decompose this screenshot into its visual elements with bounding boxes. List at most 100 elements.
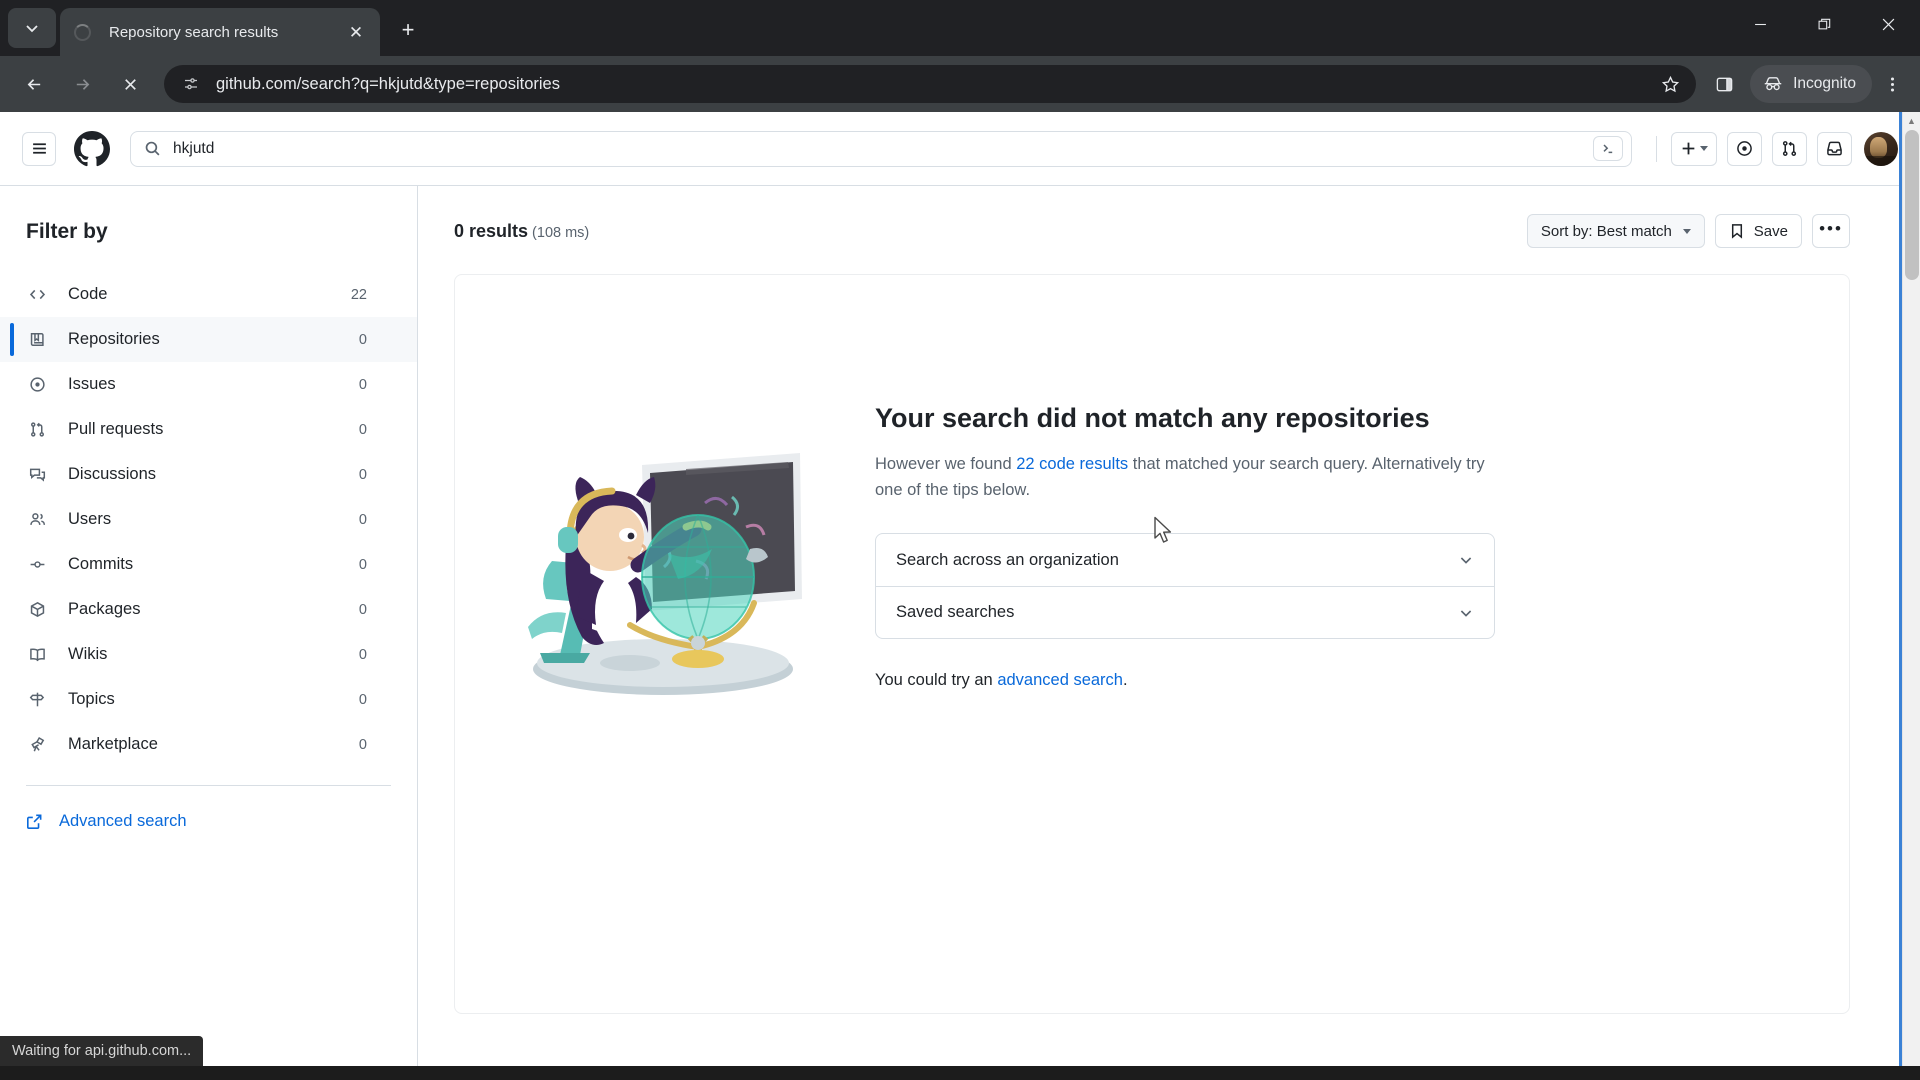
search-input[interactable]: hkjutd [130, 130, 1632, 167]
sidebar-item-users[interactable]: Users 0 [0, 497, 417, 542]
link-external-icon [27, 814, 42, 829]
window-bottom-strip [0, 1066, 1920, 1080]
bookmark-page-button[interactable] [1652, 66, 1688, 102]
page-viewport: hkjutd Filter by Code 22 Repositories 0 … [0, 112, 1920, 1080]
search-results-main: 0 results (108 ms) Sort by: Best match Sa… [418, 186, 1920, 1080]
tip-search-organization[interactable]: Search across an organization [876, 534, 1494, 586]
issue-opened-icon [1737, 141, 1752, 156]
sidebar-item-count: 0 [358, 331, 367, 348]
global-navigation-button[interactable] [22, 131, 56, 166]
sort-dropdown-label: Sort by: Best match [1540, 222, 1672, 240]
sidebar-item-count: 22 [350, 286, 367, 303]
inbox-button[interactable] [1817, 131, 1852, 166]
telescope-icon [26, 736, 48, 753]
page-scrollbar[interactable]: ▲ [1902, 112, 1920, 1080]
maximize-button[interactable] [1792, 0, 1856, 48]
address-bar[interactable]: github.com/search?q=hkjutd&type=reposito… [164, 65, 1697, 103]
sidebar-advanced-search-link[interactable]: Advanced search [0, 786, 417, 831]
code-results-link[interactable]: 22 code results [1016, 455, 1128, 473]
results-more-button[interactable]: ••• [1812, 214, 1850, 248]
avatar[interactable] [1864, 131, 1898, 166]
chrome-menu-button[interactable] [1874, 66, 1910, 102]
chevron-down-icon [1458, 605, 1474, 621]
window-controls [1728, 0, 1920, 48]
results-time: (108 ms) [532, 224, 590, 241]
tip-label: Search across an organization [896, 550, 1119, 569]
back-button[interactable] [14, 64, 54, 104]
plus-icon [1682, 142, 1695, 155]
git-pull-request-icon [1782, 141, 1797, 156]
save-search-label: Save [1753, 222, 1788, 240]
create-new-button[interactable] [1671, 131, 1717, 166]
url-text: github.com/search?q=hkjutd&type=reposito… [216, 74, 560, 93]
github-mark-icon [74, 130, 110, 166]
new-tab-button[interactable]: + [390, 12, 426, 48]
blankslate-artwork [528, 453, 802, 695]
tune-icon [185, 78, 197, 90]
chevron-down-icon [26, 25, 38, 33]
minimize-icon [1754, 23, 1766, 25]
side-panel-button[interactable] [1706, 66, 1742, 102]
tip-saved-searches[interactable]: Saved searches [876, 586, 1494, 638]
arrow-left-icon [27, 78, 40, 90]
sidebar-item-label: Pull requests [68, 420, 164, 438]
blankslate-card: Your search did not match any repositori… [454, 274, 1850, 1014]
git-pull-request-icon [26, 421, 48, 438]
filter-sidebar: Filter by Code 22 Repositories 0 Issues … [0, 186, 418, 1080]
sidebar-title: Filter by [26, 220, 108, 243]
results-count-value: 0 results [454, 220, 529, 241]
chevron-down-icon [1458, 552, 1474, 568]
sidebar-advanced-search-label: Advanced search [59, 812, 187, 830]
github-header: hkjutd [0, 112, 1920, 186]
scrollbar-up-arrow[interactable]: ▲ [1903, 112, 1920, 130]
sidebar-item-code[interactable]: Code 22 [0, 272, 417, 317]
sidebar-item-label: Topics [68, 690, 115, 708]
browser-tab[interactable]: Repository search results ✕ [60, 8, 380, 56]
incognito-icon [1764, 77, 1782, 91]
sidebar-item-marketplace[interactable]: Marketplace 0 [0, 722, 417, 767]
people-icon [26, 511, 48, 528]
sidebar-item-pull-requests[interactable]: Pull requests 0 [0, 407, 417, 452]
sidebar-item-issues[interactable]: Issues 0 [0, 362, 417, 407]
results-header: 0 results (108 ms) Sort by: Best match Sa… [454, 214, 1880, 248]
issues-button[interactable] [1727, 131, 1762, 166]
bookmark-icon [1731, 224, 1742, 239]
sidebar-item-commits[interactable]: Commits 0 [0, 542, 417, 587]
results-count: 0 results (108 ms) [454, 221, 589, 242]
tab-strip: Repository search results ✕ + [0, 0, 1920, 56]
sidebar-item-label: Discussions [68, 465, 157, 483]
sidebar-item-packages[interactable]: Packages 0 [0, 587, 417, 632]
star-icon [1661, 75, 1679, 92]
command-palette-button[interactable] [1593, 136, 1623, 161]
repo-icon [26, 331, 48, 348]
stop-loading-button[interactable] [110, 64, 150, 104]
github-logo[interactable] [74, 130, 110, 167]
results-actions: Sort by: Best match Save ••• [1526, 214, 1850, 248]
forward-button[interactable] [62, 64, 102, 104]
sidebar-item-count: 0 [358, 646, 367, 663]
tab-search-button[interactable] [8, 8, 56, 48]
arrow-right-icon [76, 78, 89, 90]
sidebar-item-label: Wikis [68, 645, 108, 663]
restore-icon [1818, 18, 1830, 29]
save-search-button[interactable]: Save [1714, 214, 1802, 248]
sidebar-item-topics[interactable]: Topics 0 [0, 677, 417, 722]
sidebar-item-discussions[interactable]: Discussions 0 [0, 452, 417, 497]
chevron-down-icon [1700, 146, 1708, 151]
close-window-button[interactable] [1856, 0, 1920, 48]
chevron-down-icon [1682, 228, 1691, 234]
scrollbar-thumb[interactable] [1905, 130, 1919, 280]
stop-loading-icon [124, 78, 136, 90]
try-text-before: You could try an [875, 671, 998, 690]
sidebar-item-wikis[interactable]: Wikis 0 [0, 632, 417, 677]
advanced-search-link[interactable]: advanced search [997, 671, 1123, 689]
site-settings-button[interactable] [178, 71, 204, 97]
pull-requests-button[interactable] [1772, 131, 1807, 166]
incognito-indicator[interactable]: Incognito [1750, 65, 1872, 103]
sort-dropdown[interactable]: Sort by: Best match [1526, 214, 1705, 248]
sidebar-item-repositories[interactable]: Repositories 0 [0, 317, 417, 362]
blankslate-title: Your search did not match any repositori… [875, 403, 1430, 433]
tab-close-button[interactable]: ✕ [342, 18, 370, 46]
minimize-button[interactable] [1728, 0, 1792, 48]
git-commit-icon [26, 556, 48, 573]
